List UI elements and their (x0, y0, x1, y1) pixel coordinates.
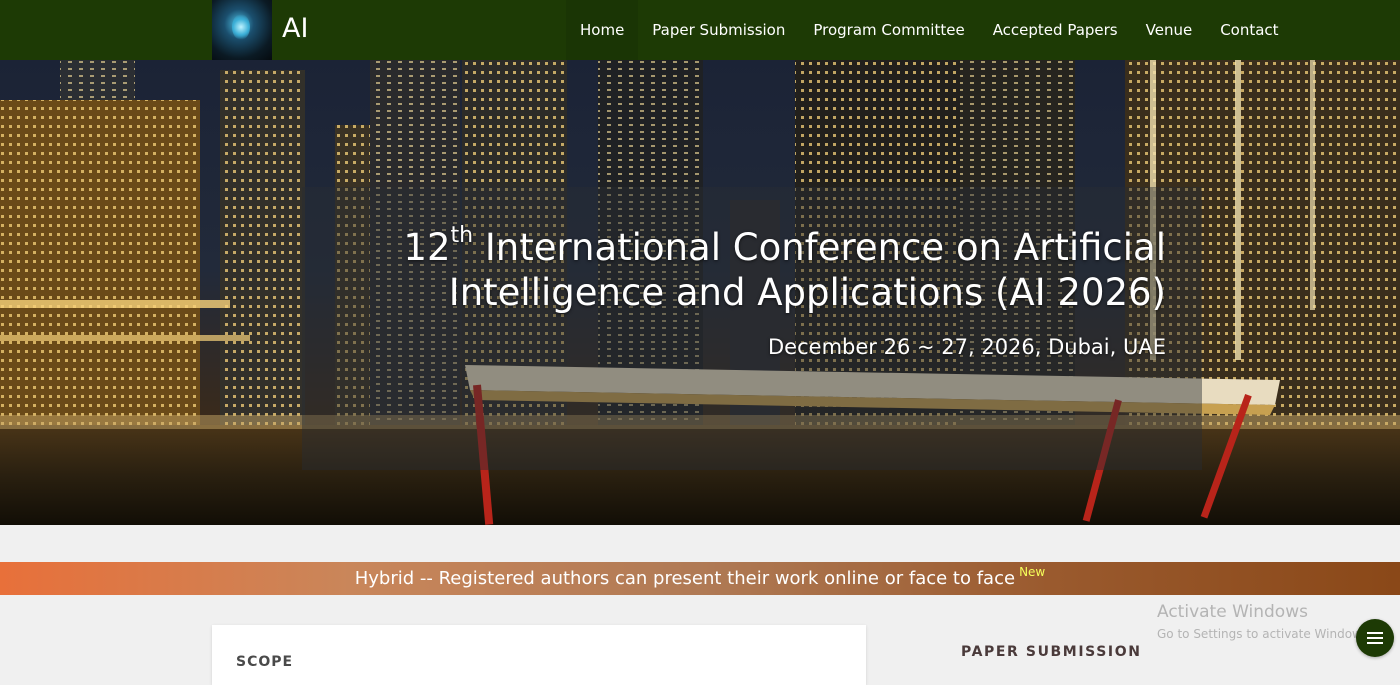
title-ordinal-number: 12 (403, 226, 451, 269)
title-line-2: Intelligence and Applications (AI 2026) (448, 271, 1166, 314)
banner-text: Hybrid -- Registered authors can present… (354, 568, 1016, 589)
conference-date-location: December 26 ~ 27, 2026, Dubai, UAE (768, 335, 1166, 359)
activate-windows-subtitle: Go to Settings to activate Windows. (1157, 627, 1372, 641)
nav-item-contact[interactable]: Contact (1206, 0, 1292, 60)
main-nav: Home Paper Submission Program Committee … (566, 0, 1293, 60)
top-navbar: AI Home Paper Submission Program Committ… (0, 0, 1400, 60)
title-ordinal-suffix: th (450, 223, 474, 248)
scope-card: SCOPE (212, 625, 866, 685)
nav-item-accepted-papers[interactable]: Accepted Papers (979, 0, 1132, 60)
brand-name[interactable]: AI (282, 12, 308, 46)
conference-title: 12th International Conference on Artific… (340, 225, 1166, 315)
nav-item-program-committee[interactable]: Program Committee (799, 0, 978, 60)
nav-item-venue[interactable]: Venue (1132, 0, 1207, 60)
sidebar-paper-submission-heading: PAPER SUBMISSION (961, 644, 1142, 660)
hamburger-icon (1367, 632, 1383, 634)
new-badge: New (1019, 564, 1046, 579)
nav-item-home[interactable]: Home (566, 0, 639, 60)
title-line-1: International Conference on Artificial (473, 226, 1166, 269)
hybrid-announcement-banner: Hybrid -- Registered authors can present… (0, 562, 1400, 595)
scope-heading: SCOPE (236, 654, 294, 670)
activate-windows-title: Activate Windows (1157, 602, 1308, 622)
nav-item-paper-submission[interactable]: Paper Submission (638, 0, 799, 60)
floating-menu-button[interactable] (1356, 619, 1394, 657)
conference-logo[interactable] (212, 0, 272, 60)
